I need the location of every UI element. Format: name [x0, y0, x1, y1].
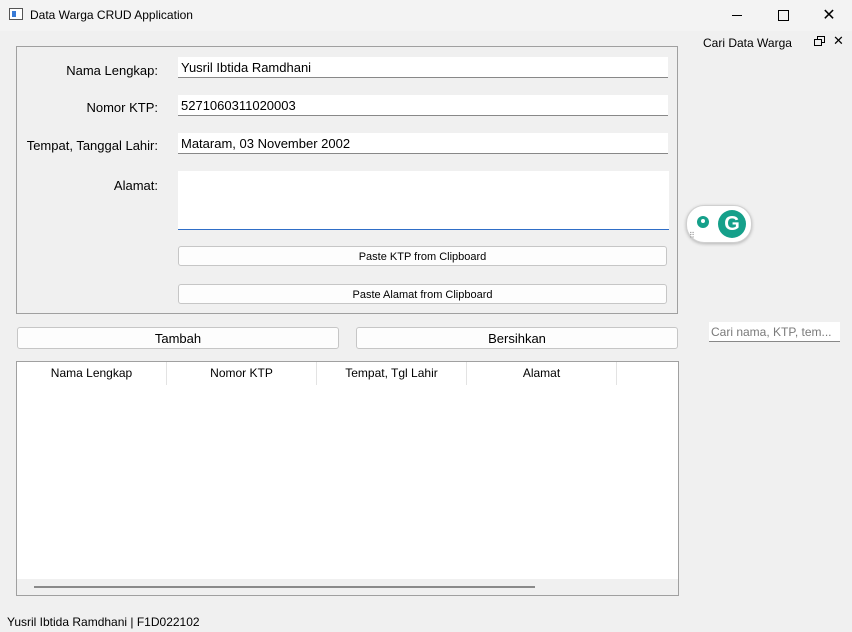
- grammarly-widget[interactable]: G ⠿: [686, 205, 752, 243]
- table-header: Nama Lengkap Nomor KTP Tempat, Tgl Lahir…: [17, 362, 617, 385]
- minimize-icon: [732, 15, 742, 16]
- maximize-icon: [777, 10, 789, 21]
- app-window-icon: [9, 8, 23, 20]
- float-dock-icon[interactable]: [813, 35, 825, 47]
- close-button[interactable]: ✕: [806, 0, 852, 31]
- ttl-label: Tempat, Tanggal Lahir:: [26, 138, 158, 153]
- paste-ktp-button[interactable]: Paste KTP from Clipboard: [178, 246, 667, 266]
- maximize-button[interactable]: [760, 0, 806, 31]
- window-title: Data Warga CRUD Application: [30, 8, 193, 22]
- close-icon: ✕: [822, 6, 836, 24]
- horizontal-scrollbar[interactable]: [17, 579, 678, 595]
- ttl-input[interactable]: [178, 133, 668, 154]
- column-header-ttl[interactable]: Tempat, Tgl Lahir: [317, 362, 467, 385]
- column-header-nama[interactable]: Nama Lengkap: [17, 362, 167, 385]
- form-group: Nama Lengkap: Nomor KTP: Tempat, Tanggal…: [16, 46, 678, 314]
- paste-alamat-button[interactable]: Paste Alamat from Clipboard: [178, 284, 667, 304]
- nama-label: Nama Lengkap:: [66, 63, 158, 78]
- tambah-button[interactable]: Tambah: [17, 327, 339, 349]
- column-header-ktp[interactable]: Nomor KTP: [167, 362, 317, 385]
- scrollbar-thumb[interactable]: [34, 586, 535, 588]
- alamat-textarea[interactable]: [178, 171, 669, 230]
- ktp-input[interactable]: [178, 95, 668, 116]
- status-bar: Yusril Ibtida Ramdhani | F1D022102: [7, 615, 200, 629]
- dock-close-icon[interactable]: ✕: [833, 33, 844, 49]
- column-header-alamat[interactable]: Alamat: [467, 362, 617, 385]
- minimize-button[interactable]: [714, 0, 760, 31]
- bersihkan-button[interactable]: Bersihkan: [356, 327, 678, 349]
- grammarly-logo-icon[interactable]: G: [718, 210, 746, 238]
- alamat-label: Alamat:: [113, 178, 158, 193]
- dock-title: Cari Data Warga: [703, 36, 792, 50]
- title-bar: Data Warga CRUD Application ✕: [0, 0, 852, 31]
- lightbulb-icon[interactable]: [697, 216, 709, 228]
- nama-input[interactable]: [178, 57, 668, 78]
- data-table[interactable]: Nama Lengkap Nomor KTP Tempat, Tgl Lahir…: [16, 361, 679, 596]
- ktp-label: Nomor KTP:: [86, 100, 158, 115]
- drag-grip-icon[interactable]: ⠿: [689, 232, 695, 240]
- search-input[interactable]: [709, 322, 840, 342]
